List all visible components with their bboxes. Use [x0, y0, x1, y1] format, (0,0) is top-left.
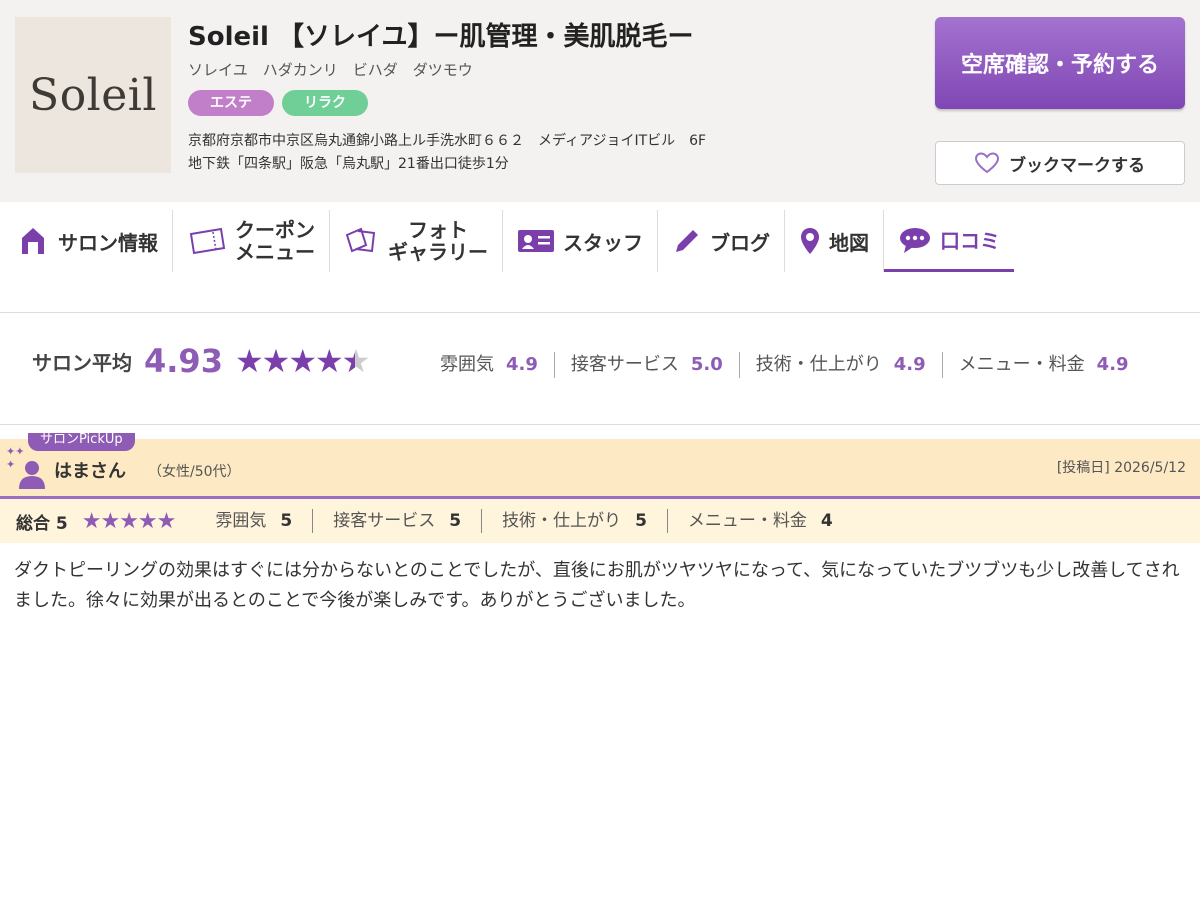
average-stars: ★★★★★: [235, 342, 370, 380]
salon-logo: Soleil: [15, 17, 171, 173]
tab-photo-gallery[interactable]: フォト ギャラリー: [330, 210, 503, 272]
reviewer-name[interactable]: はまさん: [54, 457, 126, 483]
tab-label-photo-2: ギャラリー: [388, 240, 488, 264]
review-category-technique: 技術・仕上がり 5: [481, 509, 667, 533]
post-date: [投稿日] 2026/5/12: [1056, 460, 1186, 476]
tab-label-salon-info: サロン情報: [58, 230, 158, 255]
heart-icon: [975, 152, 999, 174]
review-rating-row: 総合 5 ★★★★★ 雰囲気 5 接客サービス 5 技術・仕上がり 5 メニュー・料金…: [0, 499, 1200, 543]
pickup-badge: サロンPickUp: [28, 433, 135, 451]
home-icon: [22, 228, 44, 254]
tab-label-blog: ブログ: [710, 230, 770, 255]
tab-label-reviews: 口コミ: [940, 229, 1000, 253]
tab-label-staff: スタッフ: [563, 230, 643, 255]
tab-label-coupon-2: メニュー: [235, 240, 315, 264]
staff-card-icon: [518, 230, 554, 252]
category-atmosphere: 雰囲気 4.9: [440, 354, 538, 375]
tab-salon-info[interactable]: サロン情報: [0, 210, 173, 272]
chat-bubble-icon: [900, 227, 930, 253]
review-category-price: メニュー・料金 4: [666, 509, 853, 533]
salon-kana: ソレイユ ハダカンリ ビハダ ダツモウ: [188, 61, 473, 79]
tab-blog[interactable]: ブログ: [658, 210, 785, 272]
review-body: ダクトピーリングの効果はすぐには分からないとのことでしたが、直後にお肌がツヤツヤ…: [14, 560, 1180, 611]
category-price: メニュー・料金 4.9: [941, 352, 1145, 378]
review-header: サロンPickUp ✦✦ ✦ はまさん （女性/50代） [投稿日] 2026/5…: [0, 433, 1200, 499]
tab-coupon-menu[interactable]: クーポン メニュー: [173, 210, 330, 272]
category-technique: 技術・仕上がり 4.9: [738, 352, 942, 378]
pencil-icon: [676, 230, 698, 252]
average-category-ratings: 雰囲気 4.9 接客サービス 5.0 技術・仕上がり 4.9 メニュー・料金 4.9: [440, 352, 1145, 378]
tab-staff[interactable]: スタッフ: [503, 210, 658, 272]
review-category-atmosphere: 雰囲気 5: [215, 511, 293, 531]
category-service: 接客サービス 5.0: [553, 352, 739, 378]
user-icon: [19, 461, 45, 489]
salon-address: 京都府京都市中京区烏丸通錦小路上ル手洗水町６６２ メディアジョイITビル 6F: [188, 133, 707, 149]
tab-map[interactable]: 地図: [785, 210, 884, 272]
divider-top: [0, 312, 1200, 313]
salon-average-rating: サロン平均 4.93 ★★★★★: [32, 342, 370, 380]
ticket-icon: [189, 227, 226, 255]
tab-reviews[interactable]: 口コミ: [884, 210, 1014, 272]
logo-text: Soleil: [29, 69, 157, 121]
tag-esthetic[interactable]: エステ: [188, 90, 274, 116]
total-rating-label: 総合 5: [16, 513, 68, 534]
review-category-service: 接客サービス 5: [312, 509, 481, 533]
tab-label-map: 地図: [829, 230, 869, 255]
tab-label-coupon-1: クーポン: [235, 218, 315, 242]
average-label: サロン平均: [32, 350, 132, 375]
tag-relax[interactable]: リラク: [282, 90, 368, 116]
average-value: 4.93: [144, 342, 223, 380]
reviewer-meta: （女性/50代）: [148, 464, 241, 480]
salon-tags: エステ リラク: [188, 90, 368, 116]
salon-access: 地下鉄「四条駅」阪急「烏丸駅」21番出口徒歩1分: [188, 156, 509, 172]
total-stars: ★★★★★: [81, 508, 177, 534]
salon-title: Soleil 【ソレイユ】ー肌管理・美肌脱毛ー: [188, 22, 694, 52]
photo-icon: [345, 227, 376, 253]
map-pin-icon: [801, 228, 819, 254]
bookmark-label: ブックマークする: [1009, 155, 1145, 176]
divider-mid: [0, 424, 1200, 425]
salon-nav: サロン情報 クーポン メニュー フォト ギャラリー スタッフ ブログ 地図 口コ…: [0, 210, 1014, 272]
reserve-button[interactable]: 空席確認・予約する: [935, 17, 1185, 109]
bookmark-button[interactable]: ブックマークする: [935, 141, 1185, 185]
tab-label-photo-1: フォト: [408, 218, 468, 242]
salon-header: Soleil Soleil 【ソレイユ】ー肌管理・美肌脱毛ー ソレイユ ハダカン…: [0, 0, 1200, 202]
